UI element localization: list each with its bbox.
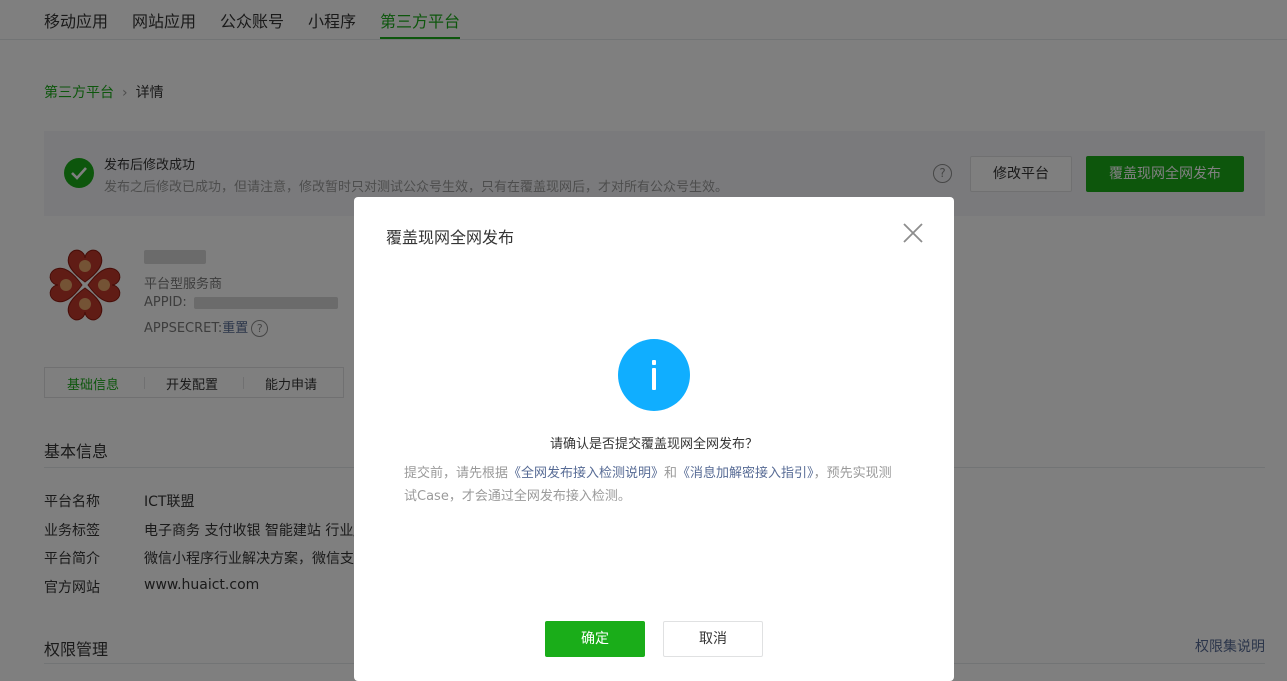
desc-prefix: 提交前，请先根据: [404, 466, 509, 481]
dialog-description: 提交前，请先根据《全网发布接入检测说明》和《消息加解密接入指引》，预先实现测试C…: [404, 462, 904, 508]
desc-mid: 和: [664, 466, 678, 481]
cancel-button[interactable]: 取消: [663, 621, 763, 657]
info-icon-bar: [652, 368, 656, 390]
confirm-button[interactable]: 确定: [545, 621, 645, 657]
publish-check-doc-link[interactable]: 《全网发布接入检测说明》: [508, 466, 664, 481]
info-icon: [618, 339, 690, 411]
info-icon-dot: [652, 360, 656, 365]
dialog-title: 覆盖现网全网发布: [386, 228, 515, 247]
publish-confirm-dialog: 覆盖现网全网发布 请确认是否提交覆盖现网全网发布？ 提交前，请先根据《全网发布接…: [354, 197, 954, 681]
dialog-question: 请确认是否提交覆盖现网全网发布？: [549, 437, 758, 452]
close-icon[interactable]: [902, 222, 924, 244]
encryption-guide-link[interactable]: 《消息加解密接入指引》: [677, 466, 814, 481]
